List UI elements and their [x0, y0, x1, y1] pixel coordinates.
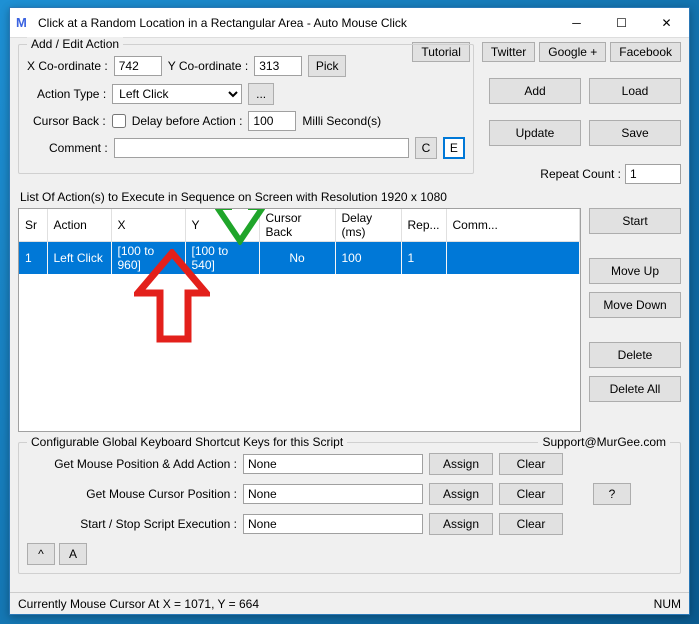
- actiontype-more-button[interactable]: ...: [248, 83, 274, 105]
- th-delay[interactable]: Delay (ms): [335, 209, 401, 242]
- actiontype-select[interactable]: Left Click: [112, 84, 242, 104]
- th-action[interactable]: Action: [47, 209, 111, 242]
- caret-button[interactable]: ^: [27, 543, 55, 565]
- comment-label: Comment :: [49, 141, 108, 155]
- sc1-clear[interactable]: Clear: [499, 453, 563, 475]
- delay-unit: Milli Second(s): [302, 114, 381, 128]
- shortcuts-legend: Configurable Global Keyboard Shortcut Ke…: [27, 435, 347, 449]
- y-label: Y Co-ordinate :: [168, 59, 249, 73]
- list-label: List Of Action(s) to Execute in Sequence…: [20, 190, 681, 204]
- green-arrow-icon: [215, 208, 265, 245]
- moveup-button[interactable]: Move Up: [589, 258, 681, 284]
- facebook-button[interactable]: Facebook: [610, 42, 681, 62]
- th-comm[interactable]: Comm...: [446, 209, 579, 242]
- y-input[interactable]: [254, 56, 302, 76]
- sc1-label: Get Mouse Position & Add Action :: [27, 457, 237, 471]
- sc3-label: Start / Stop Script Execution :: [27, 517, 237, 531]
- sc3-input[interactable]: [243, 514, 423, 534]
- th-rep[interactable]: Rep...: [401, 209, 446, 242]
- c-button[interactable]: C: [415, 137, 437, 159]
- th-cursorback[interactable]: Cursor Back: [259, 209, 335, 242]
- sc1-input[interactable]: [243, 454, 423, 474]
- comment-input[interactable]: [114, 138, 409, 158]
- add-button[interactable]: Add: [489, 78, 581, 104]
- load-button[interactable]: Load: [589, 78, 681, 104]
- movedown-button[interactable]: Move Down: [589, 292, 681, 318]
- update-button[interactable]: Update: [489, 120, 581, 146]
- sc2-input[interactable]: [243, 484, 423, 504]
- help-button[interactable]: ?: [593, 483, 631, 505]
- repeat-input[interactable]: [625, 164, 681, 184]
- table-row[interactable]: 1 Left Click [100 to 960] [100 to 540] N…: [19, 242, 580, 275]
- x-label: X Co-ordinate :: [27, 59, 108, 73]
- maximize-button[interactable]: ☐: [599, 8, 644, 37]
- minimize-button[interactable]: ─: [554, 8, 599, 37]
- x-input[interactable]: [114, 56, 162, 76]
- close-button[interactable]: ✕: [644, 8, 689, 37]
- sc2-clear[interactable]: Clear: [499, 483, 563, 505]
- group-legend: Add / Edit Action: [27, 37, 123, 51]
- delay-input[interactable]: [248, 111, 296, 131]
- repeat-label: Repeat Count :: [540, 167, 621, 181]
- delete-button[interactable]: Delete: [589, 342, 681, 368]
- pick-button[interactable]: Pick: [308, 55, 346, 77]
- sc2-assign[interactable]: Assign: [429, 483, 493, 505]
- google-button[interactable]: Google +: [539, 42, 606, 62]
- status-num: NUM: [654, 597, 681, 611]
- app-logo: M: [16, 15, 32, 31]
- th-sr[interactable]: Sr: [19, 209, 47, 242]
- actions-table[interactable]: Sr Action X Y Cursor Back Delay (ms) Rep…: [18, 208, 581, 432]
- e-button[interactable]: E: [443, 137, 465, 159]
- status-text: Currently Mouse Cursor At X = 1071, Y = …: [18, 597, 259, 611]
- main-window: M Click at a Random Location in a Rectan…: [9, 7, 690, 615]
- sc3-clear[interactable]: Clear: [499, 513, 563, 535]
- sc2-label: Get Mouse Cursor Position :: [27, 487, 237, 501]
- sc3-assign[interactable]: Assign: [429, 513, 493, 535]
- window-title: Click at a Random Location in a Rectangu…: [38, 16, 554, 30]
- delay-label: Delay before Action :: [132, 114, 243, 128]
- cursorback-label: Cursor Back :: [33, 114, 106, 128]
- statusbar: Currently Mouse Cursor At X = 1071, Y = …: [10, 592, 689, 614]
- start-button[interactable]: Start: [589, 208, 681, 234]
- support-link[interactable]: Support@MurGee.com: [538, 435, 670, 449]
- save-button[interactable]: Save: [589, 120, 681, 146]
- twitter-button[interactable]: Twitter: [482, 42, 535, 62]
- red-arrow-icon: [134, 249, 210, 345]
- sc1-assign[interactable]: Assign: [429, 453, 493, 475]
- th-x[interactable]: X: [111, 209, 185, 242]
- titlebar: M Click at a Random Location in a Rectan…: [10, 8, 689, 38]
- actiontype-label: Action Type :: [37, 87, 106, 101]
- cursorback-checkbox[interactable]: [112, 114, 126, 128]
- a-button[interactable]: A: [59, 543, 87, 565]
- deleteall-button[interactable]: Delete All: [589, 376, 681, 402]
